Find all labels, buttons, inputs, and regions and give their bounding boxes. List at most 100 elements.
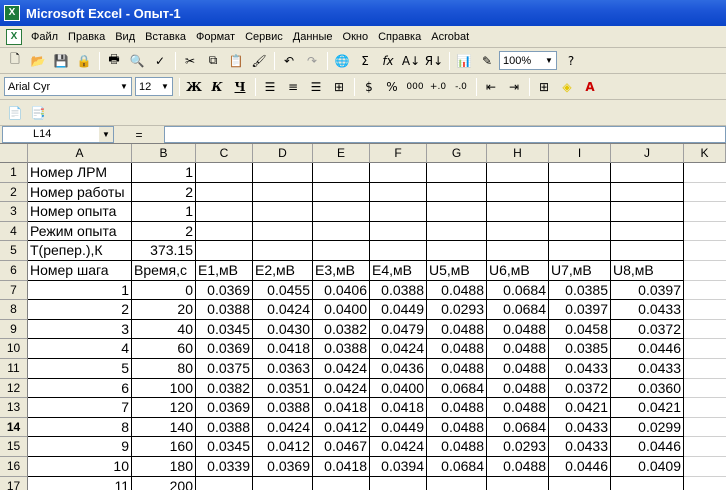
cell-value[interactable] xyxy=(427,221,487,242)
cell-value[interactable] xyxy=(313,202,370,222)
cell-value[interactable]: 0.0418 xyxy=(313,398,370,418)
cell-b[interactable]: 20 xyxy=(132,300,196,320)
cell-value[interactable] xyxy=(611,476,684,490)
chevron-down-icon[interactable]: ▼ xyxy=(542,52,556,69)
increase-indent-icon[interactable]: ⇥ xyxy=(503,76,525,98)
row-header[interactable]: 1 xyxy=(0,163,28,183)
cell-value[interactable]: 0.0339 xyxy=(196,457,253,477)
cell-b[interactable]: 1 xyxy=(132,202,196,222)
cell-value[interactable] xyxy=(196,163,253,183)
row-header[interactable]: 16 xyxy=(0,457,28,477)
cell-a[interactable]: 9 xyxy=(28,437,132,457)
row-header[interactable]: 15 xyxy=(0,437,28,457)
row-header[interactable]: 5 xyxy=(0,241,28,261)
cell-value[interactable] xyxy=(611,182,684,203)
cell-value[interactable] xyxy=(370,221,427,242)
cell-value[interactable]: 0.0424 xyxy=(253,417,313,438)
cell-k[interactable] xyxy=(684,457,726,477)
menu-edit[interactable]: Правка xyxy=(63,27,110,47)
cell-value[interactable]: 0.0433 xyxy=(611,359,684,379)
cell-value[interactable] xyxy=(253,241,313,261)
cell-value[interactable]: 0.0369 xyxy=(253,457,313,477)
cell-k[interactable] xyxy=(684,183,726,203)
cell-value[interactable]: 0.0400 xyxy=(313,300,370,320)
cell-k[interactable] xyxy=(684,300,726,320)
underline-icon[interactable]: Ч xyxy=(229,76,251,98)
cell-value[interactable]: E3,мВ xyxy=(313,261,370,281)
cell-value[interactable] xyxy=(427,241,487,261)
sort-ascending-icon[interactable]: A↓ xyxy=(400,50,422,72)
font-color-icon[interactable]: A xyxy=(579,76,601,98)
row-header[interactable]: 12 xyxy=(0,378,28,399)
cell-value[interactable]: 0.0424 xyxy=(253,300,313,320)
menu-help[interactable]: Справка xyxy=(373,27,426,47)
cell-value[interactable] xyxy=(196,182,253,203)
thousands-icon[interactable]: 000 xyxy=(404,76,426,98)
cell-k[interactable] xyxy=(684,359,726,379)
cell-value[interactable]: 0.0418 xyxy=(313,457,370,477)
menu-view[interactable]: Вид xyxy=(110,27,140,47)
cell-value[interactable]: 0.0388 xyxy=(196,300,253,320)
cell-value[interactable]: 0.0684 xyxy=(427,457,487,477)
cell-a[interactable]: 6 xyxy=(28,378,132,399)
cell-value[interactable]: 0.0433 xyxy=(611,300,684,320)
open-icon[interactable]: 📂 xyxy=(27,50,49,72)
cell-value[interactable] xyxy=(196,476,253,490)
cell-value[interactable]: 0.0424 xyxy=(313,378,370,399)
column-header[interactable]: F xyxy=(370,144,427,163)
row-header[interactable]: 4 xyxy=(0,221,28,242)
cell-value[interactable] xyxy=(253,182,313,203)
cell-value[interactable]: 0.0388 xyxy=(196,417,253,438)
cell-value[interactable] xyxy=(370,202,427,222)
cell-value[interactable] xyxy=(487,221,549,242)
cell-value[interactable]: 0.0424 xyxy=(370,339,427,359)
cell-value[interactable]: 0.0467 xyxy=(313,437,370,457)
cell-value[interactable]: 0.0372 xyxy=(611,319,684,340)
cell-value[interactable] xyxy=(253,202,313,222)
borders-icon[interactable]: ⊞ xyxy=(533,76,555,98)
cell-value[interactable]: 0.0412 xyxy=(313,417,370,438)
cell-value[interactable]: 0.0424 xyxy=(313,359,370,379)
cell-value[interactable] xyxy=(313,241,370,261)
cell-value[interactable] xyxy=(313,221,370,242)
cell-b[interactable]: 180 xyxy=(132,457,196,477)
cell-value[interactable] xyxy=(370,476,427,490)
cell-value[interactable]: 0.0382 xyxy=(313,319,370,340)
column-header[interactable]: J xyxy=(611,144,684,163)
cell-value[interactable] xyxy=(313,163,370,183)
cell-value[interactable] xyxy=(253,163,313,183)
function-icon[interactable]: fx xyxy=(377,50,399,72)
column-header[interactable]: D xyxy=(253,144,313,163)
menu-tools[interactable]: Сервис xyxy=(240,27,288,47)
row-header[interactable]: 2 xyxy=(0,182,28,203)
cell-a[interactable]: Номер ЛРМ xyxy=(28,163,132,183)
cell-value[interactable]: 0.0385 xyxy=(549,339,611,359)
cell-value[interactable]: 0.0488 xyxy=(487,378,549,399)
cell-value[interactable]: 0.0479 xyxy=(370,319,427,340)
chevron-down-icon[interactable]: ▼ xyxy=(158,78,172,95)
align-left-icon[interactable]: ☰ xyxy=(259,76,281,98)
cell-value[interactable]: 0.0388 xyxy=(370,280,427,301)
cell-k[interactable] xyxy=(684,339,726,359)
permission-icon[interactable]: 🔒 xyxy=(73,50,95,72)
help-icon[interactable]: ? xyxy=(560,50,582,72)
column-header[interactable]: A xyxy=(28,144,132,163)
cell-value[interactable]: 0.0446 xyxy=(611,437,684,457)
cell-value[interactable]: 0.0458 xyxy=(549,319,611,340)
increase-decimal-icon[interactable]: +.0 xyxy=(427,76,449,98)
cell-b[interactable]: 40 xyxy=(132,319,196,340)
cell-a[interactable]: 5 xyxy=(28,359,132,379)
cell-value[interactable] xyxy=(196,241,253,261)
cell-k[interactable] xyxy=(684,320,726,340)
cell-value[interactable]: 0.0488 xyxy=(427,417,487,438)
cell-value[interactable]: 0.0488 xyxy=(487,359,549,379)
menu-window[interactable]: Окно xyxy=(338,27,374,47)
cell-a[interactable]: 11 xyxy=(28,476,132,490)
cell-value[interactable] xyxy=(196,221,253,242)
cell-value[interactable]: 0.0372 xyxy=(549,378,611,399)
row-header[interactable]: 13 xyxy=(0,398,28,418)
cell-b[interactable]: 60 xyxy=(132,339,196,359)
cell-value[interactable]: 0.0412 xyxy=(253,437,313,457)
cell-k[interactable] xyxy=(684,281,726,301)
cell-k[interactable] xyxy=(684,418,726,438)
